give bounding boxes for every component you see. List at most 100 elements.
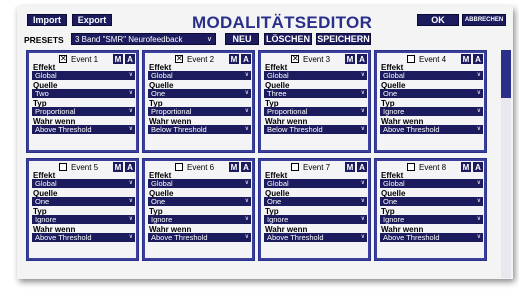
event-a-button[interactable]: A [473, 162, 483, 172]
effekt-select[interactable]: Global ∨ [32, 71, 135, 80]
chevron-down-icon: ∨ [476, 198, 481, 204]
event-label: Event 3 [303, 55, 331, 64]
typ-select[interactable]: Ignore ∨ [380, 215, 483, 224]
effekt-select-value: Global [35, 179, 57, 188]
wahr-wenn-select[interactable]: Above Threshold ∨ [380, 233, 483, 242]
effekt-select[interactable]: Global ∨ [380, 71, 483, 80]
quelle-select[interactable]: One ∨ [148, 89, 251, 98]
wahr-wenn-select[interactable]: Above Threshold ∨ [148, 233, 251, 242]
wahr-wenn-select-value: Above Threshold [35, 233, 92, 242]
chevron-down-icon: ∨ [476, 234, 481, 240]
typ-select[interactable]: Proportional ∨ [264, 107, 367, 116]
effekt-select[interactable]: Global ∨ [148, 179, 251, 188]
event-m-button[interactable]: M [345, 162, 355, 172]
chevron-down-icon: ∨ [476, 216, 481, 222]
event-a-button[interactable]: A [241, 54, 251, 64]
quelle-select[interactable]: One ∨ [32, 197, 135, 206]
quelle-select[interactable]: One ∨ [148, 197, 251, 206]
event-m-button[interactable]: M [113, 54, 123, 64]
wahr-wenn-select-value: Above Threshold [267, 233, 324, 242]
chevron-down-icon: ∨ [244, 234, 249, 240]
event-checkbox[interactable] [59, 163, 67, 171]
event-checkbox[interactable] [175, 163, 183, 171]
event-checkbox[interactable] [291, 163, 299, 171]
wahr-wenn-select[interactable]: Above Threshold ∨ [32, 233, 135, 242]
event-m-button[interactable]: M [345, 54, 355, 64]
typ-select-value: Ignore [151, 215, 173, 224]
event-checkbox[interactable]: ✕ [291, 55, 299, 63]
effekt-select[interactable]: Global ∨ [264, 179, 367, 188]
typ-select[interactable]: Proportional ∨ [148, 107, 251, 116]
event-label: Event 5 [71, 163, 99, 172]
event-a-button[interactable]: A [473, 54, 483, 64]
chevron-down-icon: ∨ [206, 36, 212, 43]
import-button[interactable]: Import [27, 14, 67, 26]
chevron-down-icon: ∨ [476, 90, 481, 96]
effekt-select-value: Global [151, 71, 173, 80]
quelle-select[interactable]: One ∨ [264, 197, 367, 206]
event-m-button[interactable]: M [229, 54, 239, 64]
chevron-down-icon: ∨ [244, 72, 249, 78]
effekt-select[interactable]: Global ∨ [380, 179, 483, 188]
scrollbar-thumb[interactable] [501, 50, 511, 98]
wahr-wenn-select-value: Above Threshold [151, 233, 208, 242]
delete-preset-button[interactable]: LÖSCHEN [264, 33, 312, 45]
chevron-down-icon: ∨ [244, 198, 249, 204]
typ-select-value: Proportional [151, 107, 192, 116]
chevron-down-icon: ∨ [360, 234, 365, 240]
preset-select[interactable]: 3 Band "SMR" Neurofeedback ∨ [71, 33, 216, 45]
event-a-button[interactable]: A [357, 162, 367, 172]
wahr-wenn-select[interactable]: Above Threshold ∨ [264, 233, 367, 242]
typ-select-value: Ignore [383, 107, 405, 116]
event-checkbox[interactable] [407, 55, 415, 63]
wahr-wenn-select[interactable]: Below Threshold ∨ [148, 125, 251, 134]
event-a-button[interactable]: A [125, 162, 135, 172]
quelle-select-value: One [151, 197, 166, 206]
event-checkbox[interactable]: ✕ [175, 55, 183, 63]
new-preset-button[interactable]: NEU [225, 33, 259, 45]
export-button[interactable]: Export [72, 14, 112, 26]
effekt-select-value: Global [383, 179, 405, 188]
effekt-select[interactable]: Global ∨ [264, 71, 367, 80]
chevron-down-icon: ∨ [128, 234, 133, 240]
preset-select-value: 3 Band "SMR" Neurofeedback [75, 34, 183, 44]
typ-select[interactable]: Ignore ∨ [380, 107, 483, 116]
event-m-button[interactable]: M [113, 162, 123, 172]
wahr-wenn-select[interactable]: Below Threshold ∨ [264, 125, 367, 134]
chevron-down-icon: ∨ [476, 72, 481, 78]
chevron-down-icon: ∨ [128, 72, 133, 78]
event-panel: ✕ Event 2 M A Effekt Global ∨ Quelle One ∨ Typ Prop… [142, 50, 255, 153]
effekt-select[interactable]: Global ∨ [148, 71, 251, 80]
typ-select[interactable]: Ignore ∨ [32, 215, 135, 224]
quelle-select[interactable]: Three ∨ [264, 89, 367, 98]
typ-select[interactable]: Ignore ∨ [264, 215, 367, 224]
wahr-wenn-select-value: Below Threshold [151, 125, 207, 134]
chevron-down-icon: ∨ [360, 198, 365, 204]
chevron-down-icon: ∨ [360, 126, 365, 132]
chevron-down-icon: ∨ [244, 108, 249, 114]
quelle-select[interactable]: One ∨ [380, 197, 483, 206]
ok-button[interactable]: OK [417, 14, 459, 26]
chevron-down-icon: ∨ [128, 180, 133, 186]
event-a-button[interactable]: A [241, 162, 251, 172]
quelle-select[interactable]: One ∨ [380, 89, 483, 98]
event-m-button[interactable]: M [461, 54, 471, 64]
event-m-button[interactable]: M [461, 162, 471, 172]
typ-select-value: Proportional [35, 107, 76, 116]
effekt-select[interactable]: Global ∨ [32, 179, 135, 188]
save-preset-button[interactable]: SPEICHERN [316, 33, 371, 45]
quelle-select-value: One [267, 197, 282, 206]
event-checkbox[interactable] [407, 163, 415, 171]
event-checkbox[interactable]: ✕ [59, 55, 67, 63]
typ-select[interactable]: Ignore ∨ [148, 215, 251, 224]
event-panel: ✕ Event 1 M A Effekt Global ∨ Quelle Two ∨ Typ Prop… [26, 50, 139, 153]
event-m-button[interactable]: M [229, 162, 239, 172]
cancel-button[interactable]: ABBRECHEN [462, 14, 506, 26]
wahr-wenn-select[interactable]: Above Threshold ∨ [32, 125, 135, 134]
event-a-button[interactable]: A [357, 54, 367, 64]
typ-select[interactable]: Proportional ∨ [32, 107, 135, 116]
wahr-wenn-select[interactable]: Above Threshold ∨ [380, 125, 483, 134]
quelle-select[interactable]: Two ∨ [32, 89, 135, 98]
chevron-down-icon: ∨ [128, 216, 133, 222]
event-a-button[interactable]: A [125, 54, 135, 64]
